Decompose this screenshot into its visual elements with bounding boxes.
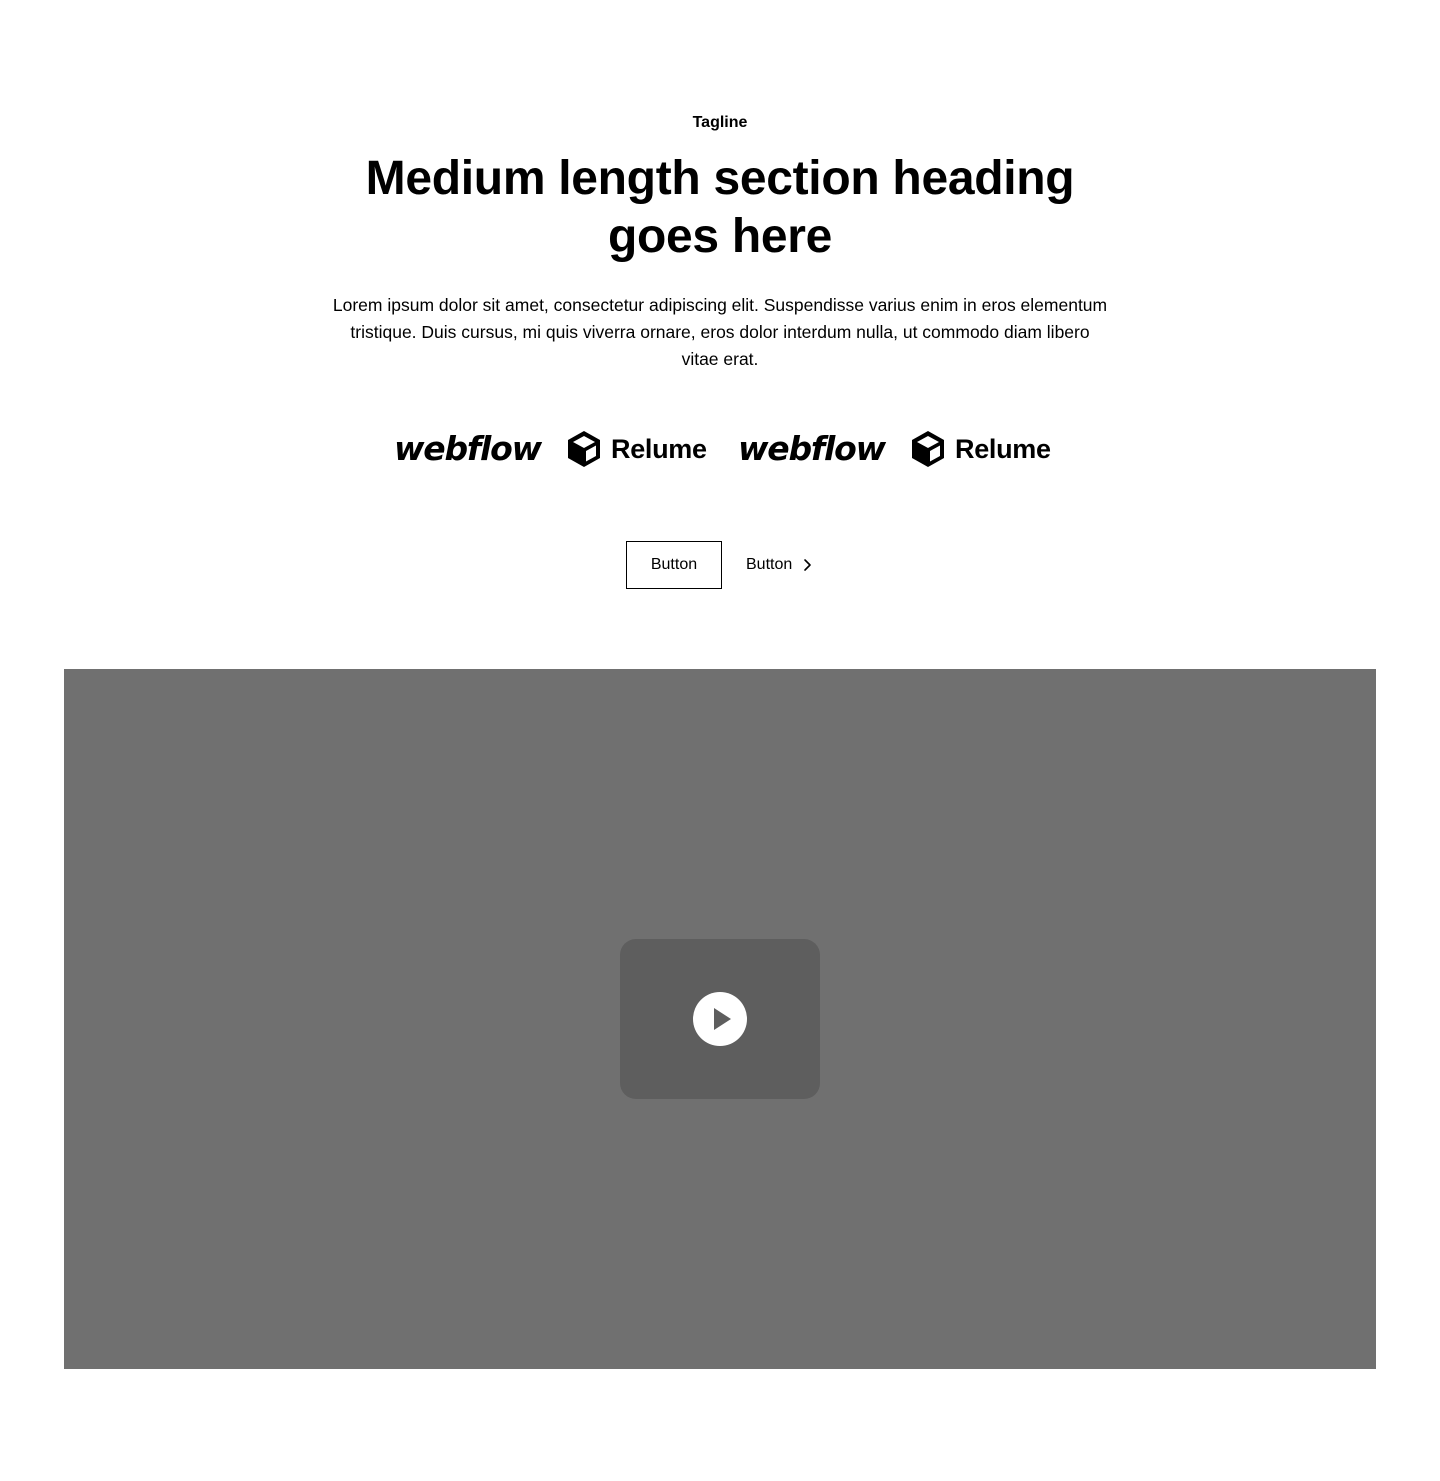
logo-row: webflow Relume webflow Relume (0, 424, 1440, 474)
link-button[interactable]: Button (746, 541, 812, 589)
play-button-circle (693, 992, 747, 1046)
secondary-button-label: Button (650, 556, 698, 573)
video-placeholder[interactable] (64, 669, 1376, 1369)
relume-cube-icon (568, 431, 600, 467)
relume-logo-text: Relume (611, 433, 707, 464)
chevron-right-icon (804, 559, 812, 571)
relume-logo: Relume (566, 424, 707, 474)
tagline: Tagline (692, 114, 748, 131)
webflow-logo: webflow (394, 424, 542, 474)
secondary-button[interactable]: Button (626, 541, 722, 589)
video-play-button[interactable] (620, 939, 820, 1099)
webflow-logo-text: webflow (394, 429, 542, 468)
button-group: Button Button (0, 541, 1440, 589)
play-icon (714, 1008, 731, 1030)
relume-logo: Relume (910, 424, 1051, 474)
webflow-logo-text: webflow (738, 429, 886, 468)
link-button-label: Button (746, 556, 793, 573)
relume-cube-icon (912, 431, 944, 467)
webflow-logo: webflow (738, 424, 886, 474)
relume-logo-text: Relume (955, 433, 1051, 464)
section-description: Lorem ipsum dolor sit amet, consectetur … (332, 295, 1108, 369)
section-heading: Medium length section heading goes here (365, 152, 1075, 263)
